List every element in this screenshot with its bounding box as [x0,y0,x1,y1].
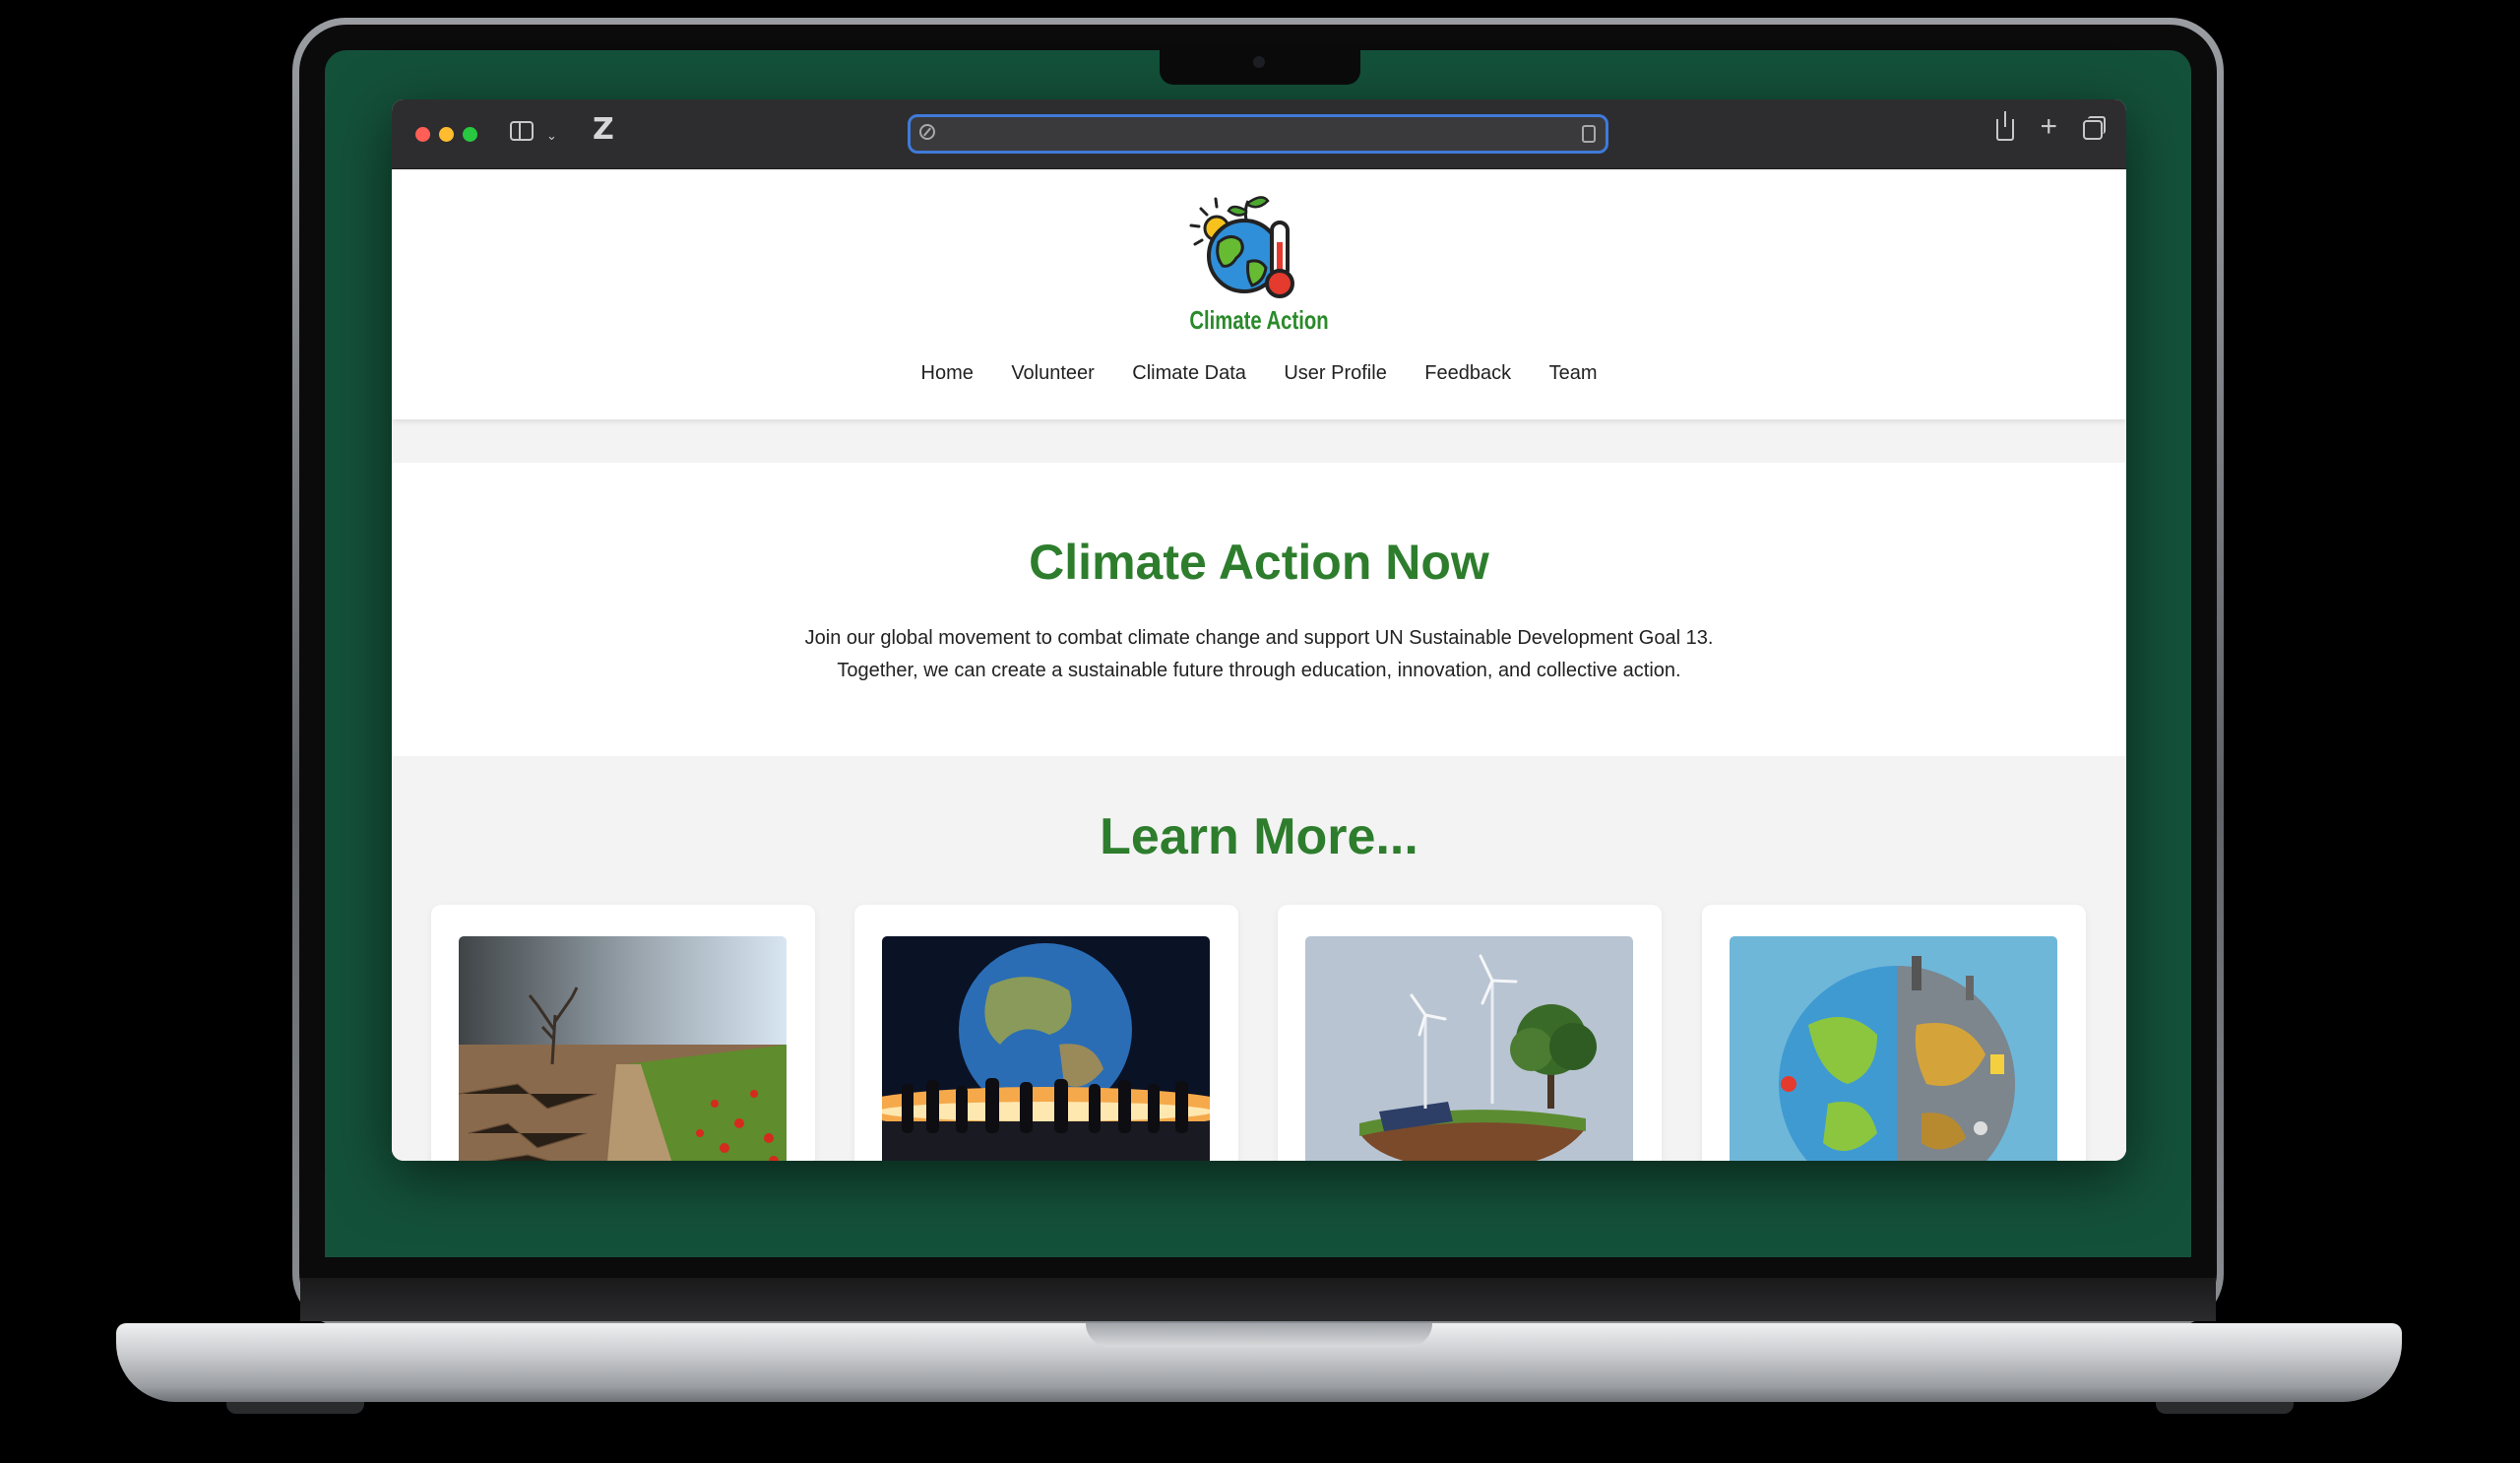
close-window-button[interactable] [415,127,430,142]
zotero-icon[interactable]: Z [593,115,614,145]
hero-description: Join our global movement to combat clima… [392,622,2126,687]
browser-toolbar: ⌄ Z + [392,99,2126,169]
drought-vs-green-field-image [459,936,787,1161]
nav-feedback[interactable]: Feedback [1424,362,1511,385]
tabs-icon[interactable] [2083,116,2106,140]
learn-card-renewables[interactable] [1278,905,1662,1161]
camera-icon [1253,56,1265,68]
half-polluted-earth-image [1730,936,2057,1161]
learn-card-polluted-earth[interactable] [1702,905,2086,1161]
learn-card-earth-people[interactable] [854,905,1238,1161]
people-watching-earth-image [882,936,1210,1161]
address-bar[interactable] [908,114,1608,154]
laptop-foot [2156,1402,2294,1414]
climate-action-logo[interactable] [1187,193,1315,301]
laptop-foot [226,1402,364,1414]
nav-user-profile[interactable]: User Profile [1284,362,1386,385]
nav-team[interactable]: Team [1549,362,1598,385]
plus-icon[interactable]: + [2040,112,2057,142]
hero-section: Climate Action Now Join our global movem… [392,463,2126,756]
hero-line-1: Join our global movement to combat clima… [804,627,1714,649]
nav-volunteer[interactable]: Volunteer [1011,362,1095,385]
share-icon[interactable] [1996,111,2014,141]
nav-home[interactable]: Home [921,362,974,385]
reader-icon[interactable] [1582,125,1596,143]
zoom-window-button[interactable] [463,127,477,142]
learn-card-drought[interactable] [431,905,815,1161]
main-nav: Home Volunteer Climate Data User Profile… [392,362,2126,385]
web-page: Climate Action Home Volunteer Climate Da… [392,169,2126,1161]
chevron-down-icon[interactable]: ⌄ [546,124,557,148]
sidebar-icon[interactable] [510,121,534,141]
hero-title: Climate Action Now [1029,535,1489,590]
logo-text: Climate Action [1189,305,1329,335]
minimize-window-button[interactable] [439,127,454,142]
wind-turbines-solar-island-image [1305,936,1633,1161]
nav-climate-data[interactable]: Climate Data [1132,362,1246,385]
browser-window: ⌄ Z + Climate Action Home Volunteer Clim… [392,99,2126,1161]
site-header: Climate Action Home Volunteer Climate Da… [392,169,2126,419]
hero-line-2: Together, we can create a sustainable fu… [837,660,1681,681]
laptop-opening-notch [1086,1323,1432,1347]
learn-more-title: Learn More... [1100,808,1418,865]
compass-icon [919,124,935,140]
laptop-chin [300,1278,2216,1321]
